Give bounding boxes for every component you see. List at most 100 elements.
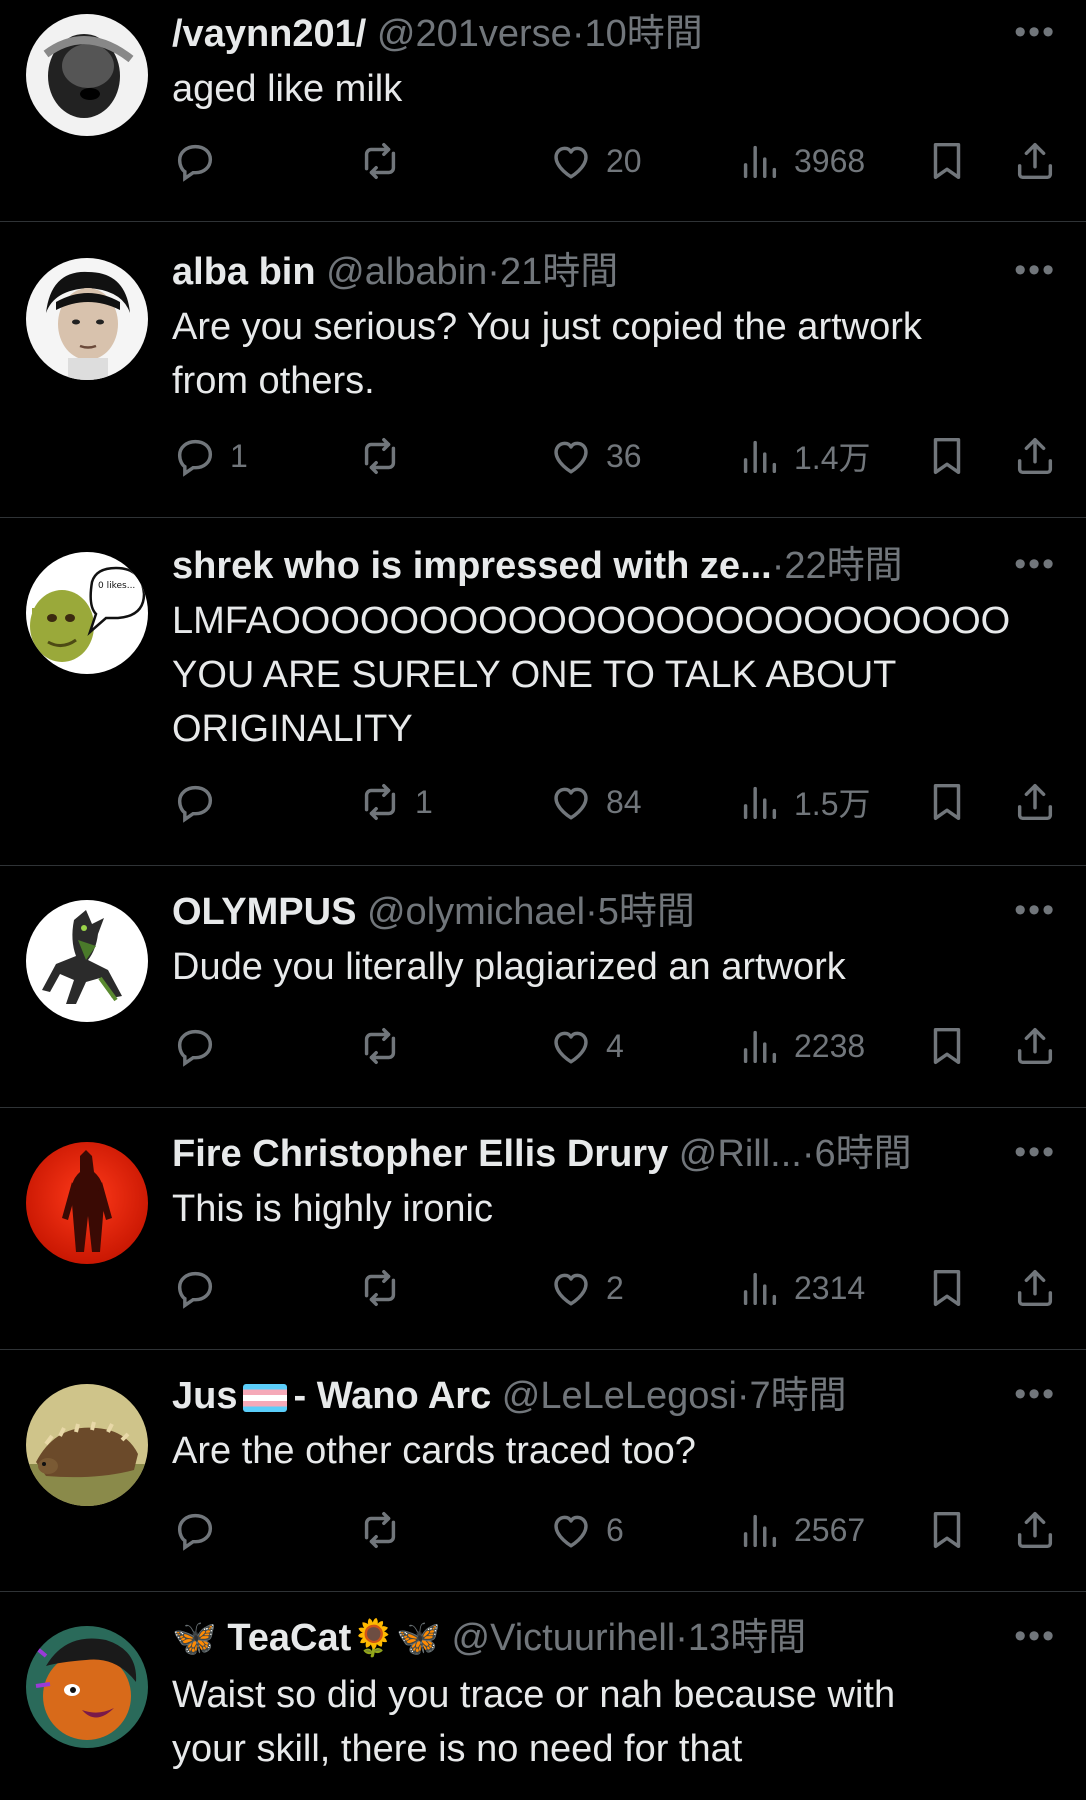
like-button[interactable]: 2 xyxy=(548,1263,624,1313)
handle[interactable]: @LeLeLegosi xyxy=(502,1375,737,1417)
views-button[interactable]: 1.5万 xyxy=(736,777,871,827)
bookmark-button[interactable] xyxy=(924,1263,970,1313)
separator-dot: · xyxy=(571,13,585,55)
tweet-3[interactable]: 0 likes... shrek who is impressed with z… xyxy=(0,518,1086,866)
like-button[interactable]: 6 xyxy=(548,1505,624,1555)
tweet-7[interactable]: 🦋 TeaCat🌻🦋 @Victuurihell·13時間 ••• Waist … xyxy=(0,1592,1086,1800)
retweet-button[interactable] xyxy=(357,431,415,481)
share-button[interactable] xyxy=(1012,1021,1058,1071)
timestamp[interactable]: 13時間 xyxy=(688,1617,806,1659)
avatar[interactable] xyxy=(26,14,148,136)
avatar[interactable] xyxy=(26,1626,148,1748)
display-name[interactable]: Fire Christopher Ellis Drury xyxy=(172,1133,668,1175)
avatar[interactable]: 0 likes... xyxy=(26,552,148,674)
timestamp[interactable]: 10時間 xyxy=(584,13,702,55)
bar-chart-icon xyxy=(736,138,782,184)
more-icon[interactable]: ••• xyxy=(1014,1132,1056,1172)
display-name[interactable]: /vaynn201/ xyxy=(172,13,366,55)
tweet-text: Are the other cards traced too? xyxy=(172,1430,696,1472)
timestamp[interactable]: 22時間 xyxy=(784,545,902,587)
like-button[interactable]: 84 xyxy=(548,777,642,827)
bar-chart-icon xyxy=(736,1023,782,1069)
bar-chart-icon xyxy=(736,433,782,479)
reply-button[interactable] xyxy=(172,136,230,186)
view-count: 3968 xyxy=(794,142,866,179)
share-button[interactable] xyxy=(1012,136,1058,186)
timestamp[interactable]: 21時間 xyxy=(500,251,618,293)
views-button[interactable]: 2314 xyxy=(736,1263,865,1313)
display-name[interactable]: TeaCat xyxy=(227,1617,351,1659)
reply-button[interactable] xyxy=(172,777,230,827)
handle[interactable]: @olymichael xyxy=(367,891,585,933)
timestamp[interactable]: 6時間 xyxy=(814,1133,911,1175)
display-name[interactable]: alba bin xyxy=(172,251,316,293)
tweet-6[interactable]: Jus - Wano Arc @LeLeLegosi·7時間 ••• Are th… xyxy=(0,1350,1086,1592)
more-icon[interactable]: ••• xyxy=(1014,12,1056,52)
tweet-1[interactable]: /vaynn201/ @201verse·10時間 ••• aged like … xyxy=(0,0,1086,222)
avatar[interactable] xyxy=(26,1384,148,1506)
tweet-2[interactable]: alba bin @albabin·21時間 ••• Are you serio… xyxy=(0,222,1086,518)
display-name[interactable]: OLYMPUS xyxy=(172,891,356,933)
bookmark-button[interactable] xyxy=(924,777,970,827)
retweet-button[interactable] xyxy=(357,136,415,186)
bookmark-icon xyxy=(924,779,970,825)
display-name[interactable]: shrek who is impressed with ze... xyxy=(172,545,772,587)
reply-icon xyxy=(172,1023,218,1069)
reply-button[interactable] xyxy=(172,1021,230,1071)
reply-button[interactable] xyxy=(172,1263,230,1313)
retweet-icon xyxy=(357,433,403,479)
view-count: 2238 xyxy=(794,1027,866,1064)
avatar[interactable] xyxy=(26,900,148,1022)
bookmark-button[interactable] xyxy=(924,1021,970,1071)
bookmark-icon xyxy=(924,1265,970,1311)
timestamp[interactable]: 5時間 xyxy=(598,891,695,933)
more-icon[interactable]: ••• xyxy=(1014,1616,1056,1656)
view-count: 1.4万 xyxy=(794,440,871,476)
more-icon[interactable]: ••• xyxy=(1014,1374,1056,1414)
views-button[interactable]: 2238 xyxy=(736,1021,865,1071)
retweet-button[interactable] xyxy=(357,1021,415,1071)
handle[interactable]: @Victuurihell xyxy=(452,1617,676,1659)
handle[interactable]: @Rill... xyxy=(679,1133,802,1175)
bar-chart-icon xyxy=(736,1265,782,1311)
retweet-button[interactable] xyxy=(357,1263,415,1313)
like-button[interactable]: 20 xyxy=(548,136,642,186)
share-button[interactable] xyxy=(1012,431,1058,481)
view-count: 2567 xyxy=(794,1511,866,1548)
share-button[interactable] xyxy=(1012,777,1058,827)
separator-dot: · xyxy=(801,1133,815,1175)
bookmark-button[interactable] xyxy=(924,431,970,481)
reply-button[interactable] xyxy=(172,1505,230,1555)
like-button[interactable]: 4 xyxy=(548,1021,624,1071)
timestamp[interactable]: 7時間 xyxy=(750,1375,847,1417)
separator-dot: · xyxy=(736,1375,750,1417)
share-button[interactable] xyxy=(1012,1263,1058,1313)
tweet-5[interactable]: Fire Christopher Ellis Drury @Rill...·6時… xyxy=(0,1108,1086,1350)
tweet-4[interactable]: OLYMPUS @olymichael·5時間 ••• Dude you lit… xyxy=(0,866,1086,1108)
tweet-header: Jus - Wano Arc @LeLeLegosi·7時間 xyxy=(172,1374,996,1418)
avatar[interactable] xyxy=(26,258,148,380)
more-icon[interactable]: ••• xyxy=(1014,544,1056,584)
retweet-button[interactable]: 1 xyxy=(357,777,433,827)
like-button[interactable]: 36 xyxy=(548,431,642,481)
bookmark-button[interactable] xyxy=(924,136,970,186)
more-icon[interactable]: ••• xyxy=(1014,890,1056,930)
trans-flag-icon xyxy=(243,1383,288,1412)
retweet-button[interactable] xyxy=(357,1505,415,1555)
share-button[interactable] xyxy=(1012,1505,1058,1555)
handle[interactable]: @albabin xyxy=(326,251,487,293)
reply-icon xyxy=(172,1265,218,1311)
views-button[interactable]: 1.4万 xyxy=(736,431,871,481)
reply-button[interactable]: 1 xyxy=(172,431,248,481)
display-name-part1[interactable]: Jus xyxy=(172,1375,237,1417)
handle[interactable]: @201verse xyxy=(377,13,572,55)
like-count: 20 xyxy=(606,142,642,179)
views-button[interactable]: 3968 xyxy=(736,136,865,186)
avatar[interactable] xyxy=(26,1142,148,1264)
more-icon[interactable]: ••• xyxy=(1014,250,1056,290)
like-count: 36 xyxy=(606,437,642,474)
bookmark-button[interactable] xyxy=(924,1505,970,1555)
display-name-part2[interactable]: - Wano Arc xyxy=(293,1375,491,1417)
separator-dot: · xyxy=(487,251,500,293)
views-button[interactable]: 2567 xyxy=(736,1505,865,1555)
